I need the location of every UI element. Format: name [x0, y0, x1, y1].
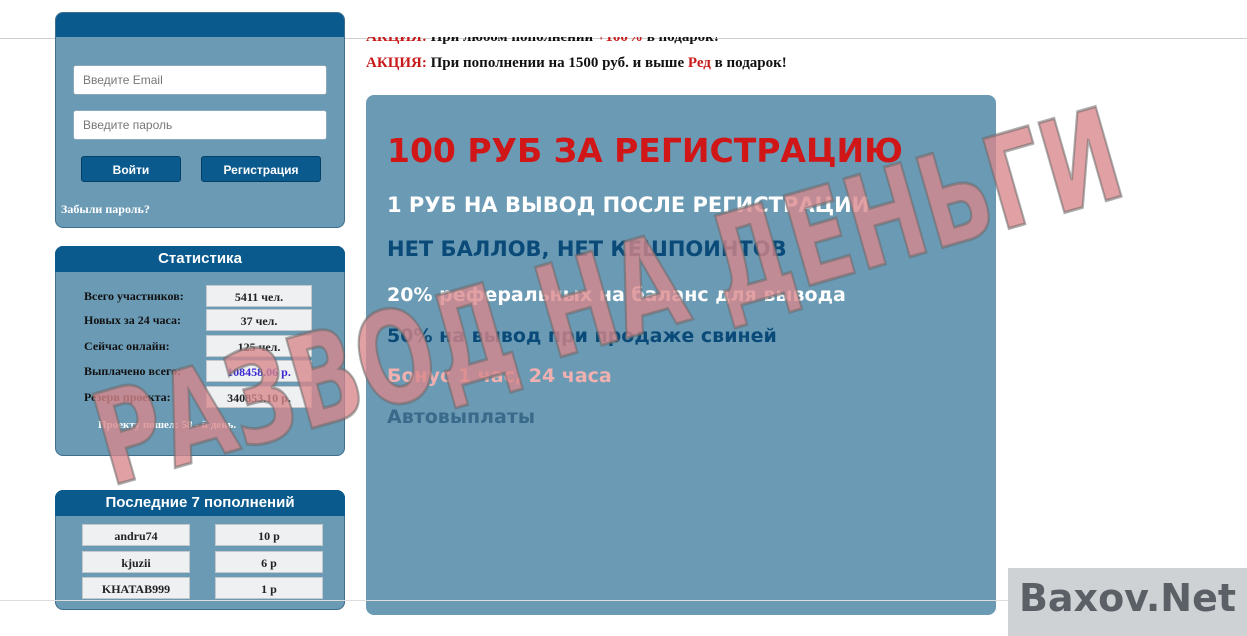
promo-text-end: в подарок!: [710, 55, 787, 71]
promo-highlight: +100%: [596, 29, 643, 45]
watermark-text: РАЗВОД НА ДЕНЬГИ: [78, 85, 1138, 516]
site-badge-text: Baxov.Net: [1018, 576, 1237, 620]
deposit-user: KHATAB999: [82, 577, 190, 599]
promo-line-1: АКЦИЯ: При любом пополнении +100% в пода…: [366, 29, 719, 46]
promo-text-end: в подарок!: [642, 29, 719, 45]
promo-tag: АКЦИЯ:: [366, 29, 427, 45]
promo-highlight: Ред: [687, 55, 711, 71]
site-badge: Baxov.Net: [1008, 568, 1247, 636]
promo-text: При пополнении на 1500 руб. и выше: [426, 55, 688, 71]
promo-tag: АКЦИЯ:: [366, 55, 427, 71]
promo-line-2: АКЦИЯ: При пополнении на 1500 руб. и выш…: [366, 55, 787, 72]
promo-text: При любом пополнении: [426, 29, 597, 45]
deposit-amount: 6 р: [215, 551, 323, 573]
deposit-user: kjuzii: [82, 551, 190, 573]
scam-watermark: РАЗВОД НА ДЕНЬГИ: [77, 85, 1140, 517]
login-panel-header: [56, 13, 344, 37]
deposit-amount: 1 р: [215, 577, 323, 599]
